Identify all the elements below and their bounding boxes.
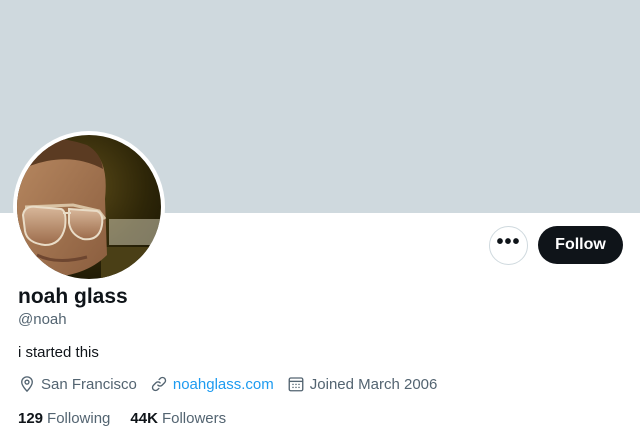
joined-item: Joined March 2006 [287, 375, 438, 393]
user-handle: @noah [18, 311, 67, 328]
profile-meta: San Francisco noahglass.com Joined March… [18, 375, 450, 393]
website-link[interactable]: noahglass.com [173, 376, 274, 393]
profile-avatar[interactable] [13, 131, 165, 283]
calendar-icon [288, 377, 304, 392]
following-count: 129 [18, 410, 44, 427]
more-dots-icon: ••• [496, 230, 521, 253]
avatar-photo [17, 135, 161, 279]
following-label: Following [47, 410, 111, 427]
follow-button-label: Follow [555, 236, 606, 253]
location-text: San Francisco [41, 375, 137, 393]
profile-bio: i started this [18, 344, 99, 361]
followers-link[interactable]: 44K Followers [130, 410, 226, 427]
display-name: noah glass [18, 285, 128, 308]
location-item: San Francisco [18, 375, 137, 393]
following-link[interactable]: 129 Following [18, 410, 110, 427]
followers-count: 44K [130, 410, 158, 427]
joined-text: Joined March 2006 [309, 375, 438, 393]
link-icon [151, 376, 167, 392]
website-item[interactable]: noahglass.com [150, 375, 274, 393]
follow-stats: 129 Following 44K Followers [18, 410, 246, 427]
location-pin-icon [21, 376, 33, 393]
followers-label: Followers [161, 410, 227, 427]
more-options-button[interactable]: ••• [489, 226, 528, 265]
profile-page: ••• Follow noah glass @noah i started th… [0, 0, 640, 433]
follow-button[interactable]: Follow [538, 226, 623, 264]
